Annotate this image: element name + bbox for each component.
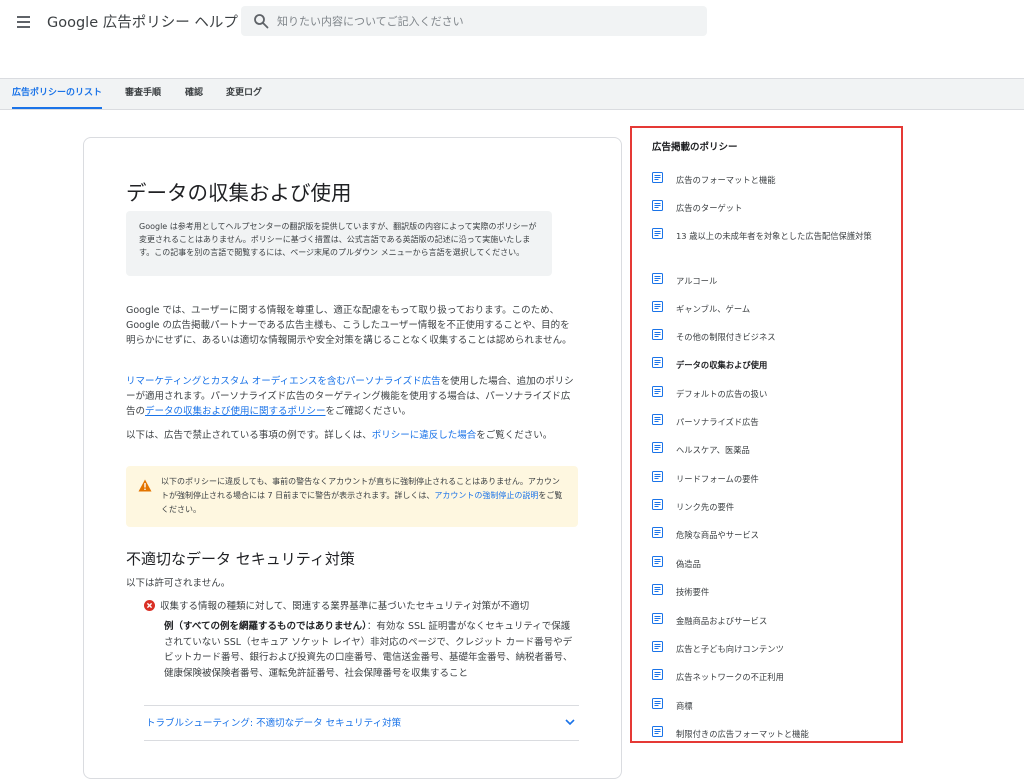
sidebar-item-label[interactable]: 広告のフォーマットと機能 [676, 172, 891, 188]
sidebar-item-label[interactable]: データの収集および使用 [676, 357, 891, 373]
tab-policy-list[interactable]: 広告ポリシーのリスト [12, 79, 103, 109]
example-paragraph: 例（すべての例を網羅するものではありません）：有効な SSL 証明書がなくセキュ… [164, 619, 579, 681]
not-allowed-label: 以下は許可されません。 [126, 578, 231, 589]
tab-bar: 広告ポリシーのリスト 審査手順 確認 変更ログ [0, 79, 1024, 110]
document-icon [652, 273, 663, 284]
chevron-down-icon[interactable] [565, 718, 575, 726]
document-icon [652, 556, 663, 567]
sidebar-item-label[interactable]: 技術要件 [676, 584, 891, 600]
sidebar-heading: 広告掲載のポリシー [652, 142, 738, 153]
paragraph-text: 以下は、広告で禁止されている事項の例です。詳しくは、 [126, 430, 372, 441]
error-icon [144, 600, 155, 611]
document-icon [652, 386, 663, 397]
sidebar-item-label[interactable]: その他の制限付きビジネス [676, 329, 891, 345]
sidebar-item-label[interactable]: 広告と子ども向けコンテンツ [676, 641, 891, 657]
top-bar: Google 広告ポリシー ヘルプ [0, 0, 1024, 79]
examples-paragraph: 以下は、広告で禁止されている事項の例です。詳しくは、ポリシーに違反した場合をご覧… [126, 428, 577, 443]
sidebar-item-label[interactable]: リンク先の要件 [676, 499, 891, 515]
data-collection-policy-link[interactable]: データの収集および使用に関するポリシー [145, 406, 326, 417]
policy-sidebar: 広告掲載のポリシー 広告のフォーマットと機能 広告のターゲット 13 歳以上の未成年… [630, 126, 903, 743]
document-icon [652, 172, 663, 183]
document-icon [652, 698, 663, 709]
intro-paragraph: Google では、ユーザーに関する情報を尊重し、適正な配慮をもって取り扱ってお… [126, 305, 572, 346]
document-icon [652, 414, 663, 425]
sidebar-item-label[interactable]: パーソナライズド広告 [676, 414, 891, 430]
search-input[interactable] [277, 6, 697, 36]
personalized-ads-paragraph: リマーケティングとカスタム オーディエンスを含むパーソナライズド広告を使用した場… [126, 374, 577, 419]
document-icon [652, 584, 663, 595]
account-suspension-link[interactable]: アカウントの強制停止の説明 [434, 491, 538, 500]
warning-box: 以下のポリシーに違反しても、事前の警告なくアカウントが直ちに強制停止されることは… [126, 466, 578, 527]
document-icon [652, 329, 663, 340]
document-icon [652, 613, 663, 624]
sidebar-item-label[interactable]: ヘルスケア、医薬品 [676, 442, 891, 458]
paragraph-text: をご確認ください。 [325, 406, 412, 417]
personalized-ads-link[interactable]: リマーケティングとカスタム オーディエンスを含むパーソナライズド広告 [126, 376, 441, 387]
sidebar-item-label[interactable]: 偽造品 [676, 556, 891, 572]
document-icon [652, 228, 663, 239]
article-card: データの収集および使用 Google は参考用としてヘルプセンターの翻訳版を提供… [83, 137, 622, 779]
warning-icon [138, 479, 152, 492]
translation-notice: Google は参考用としてヘルプセンターの翻訳版を提供していますが、翻訳版の内… [126, 211, 552, 276]
document-icon [652, 726, 663, 737]
sidebar-item-label[interactable]: 広告のターゲット [676, 200, 891, 216]
policy-violation-link[interactable]: ポリシーに違反した場合 [372, 430, 477, 441]
document-icon [652, 301, 663, 312]
search-box[interactable] [241, 6, 707, 36]
paragraph-text: をご覧ください。 [476, 430, 553, 441]
document-icon [652, 471, 663, 482]
document-icon [652, 669, 663, 680]
sidebar-item-label[interactable]: ギャンブル、ゲーム [676, 301, 891, 317]
troubleshooter-expander[interactable]: トラブルシューティング: 不適切なデータ セキュリティ対策 [144, 705, 579, 741]
prohibited-item-text: 収集する情報の種類に対して、関連する業界基準に基づいたセキュリティ対策が不適切 [160, 601, 530, 612]
document-icon [652, 641, 663, 652]
sidebar-item-label[interactable]: 商標 [676, 698, 891, 714]
tab-confirm[interactable]: 確認 [185, 79, 203, 109]
document-icon [652, 499, 663, 510]
example-label: 例（すべての例を網羅するものではありません） [164, 621, 367, 632]
tab-review-process[interactable]: 審査手順 [125, 79, 161, 109]
sidebar-item-label[interactable]: 広告ネットワークの不正利用 [676, 669, 891, 685]
document-icon [652, 527, 663, 538]
document-icon [652, 442, 663, 453]
document-icon [652, 357, 663, 368]
sidebar-item-label[interactable]: デフォルトの広告の扱い [676, 386, 891, 402]
sidebar-item-label[interactable]: 13 歳以上の未成年者を対象とした広告配信保護対策 [676, 228, 891, 244]
hamburger-menu-icon[interactable] [14, 12, 34, 32]
sidebar-item-label[interactable]: 制限付きの広告フォーマットと機能 [676, 726, 891, 742]
sidebar-item-label[interactable]: 危険な商品やサービス [676, 527, 891, 543]
sidebar-item-label[interactable]: アルコール [676, 273, 891, 289]
section-title: 不適切なデータ セキュリティ対策 [126, 550, 355, 568]
tab-changelog[interactable]: 変更ログ [226, 79, 262, 109]
app-title[interactable]: Google 広告ポリシー ヘルプ [47, 11, 238, 32]
troubleshooter-label[interactable]: トラブルシューティング: 不適切なデータ セキュリティ対策 [146, 715, 401, 729]
document-icon [652, 200, 663, 211]
page-title: データの収集および使用 [126, 181, 352, 205]
sidebar-item-label[interactable]: 金融商品およびサービス [676, 613, 891, 629]
search-icon[interactable] [253, 13, 269, 29]
sidebar-item-label[interactable]: リードフォームの要件 [676, 471, 891, 487]
